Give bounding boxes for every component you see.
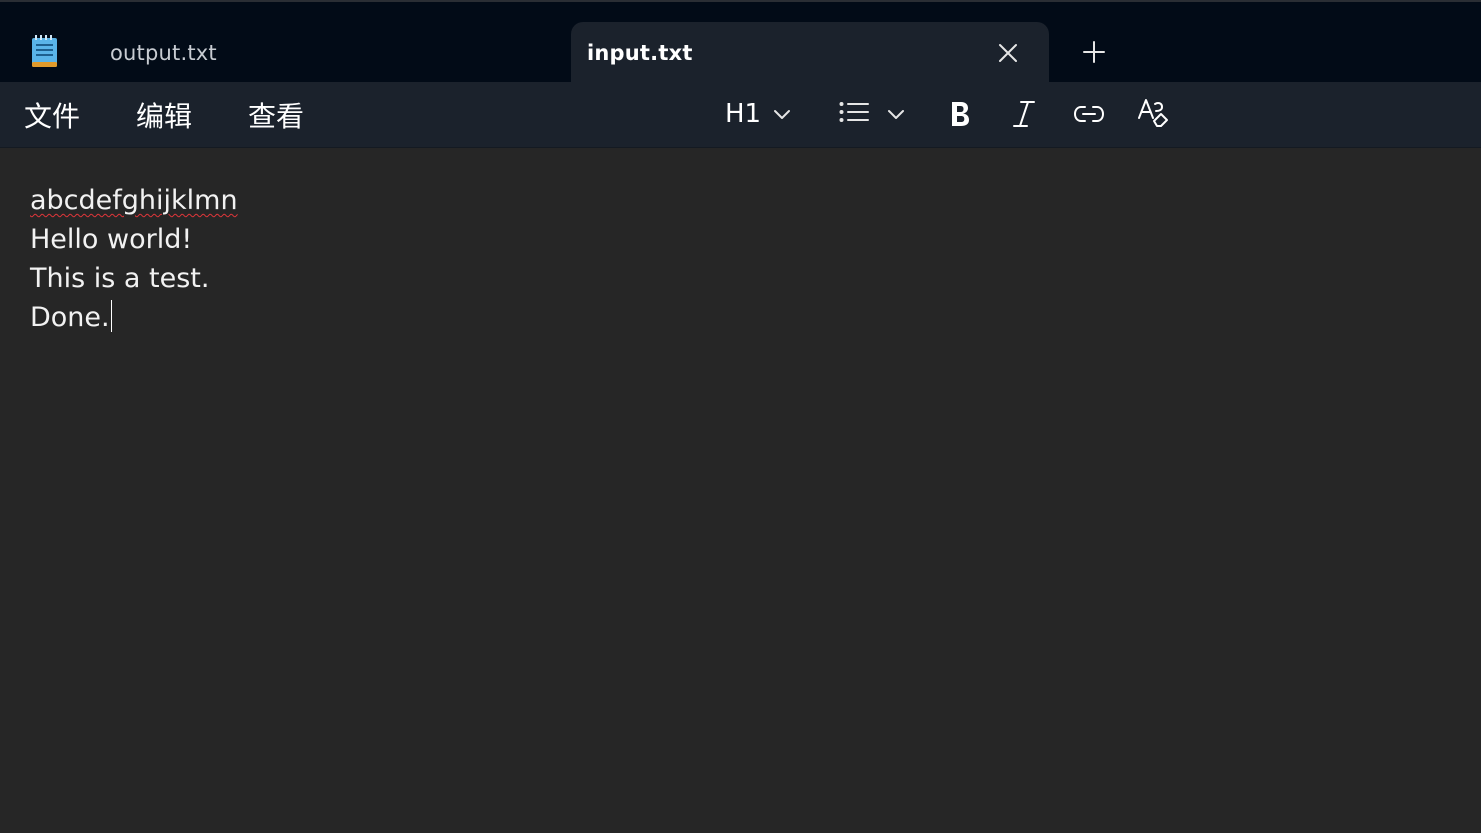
- chevron-down-icon: [887, 105, 905, 124]
- document-line: Done.: [30, 298, 113, 337]
- tab-input[interactable]: input.txt: [571, 22, 1049, 84]
- document-line: abcdefghijklmn: [30, 181, 238, 220]
- italic-icon[interactable]: [1006, 92, 1042, 136]
- tab-label: output.txt: [110, 41, 217, 65]
- text-editor[interactable]: abcdefghijklmn Hello world! This is a te…: [0, 148, 1481, 833]
- tab-strip: output.txt input.txt: [0, 0, 1481, 84]
- notepad-window: output.txt input.txt 文件 编辑 查看 H1 abcdefg…: [0, 0, 1481, 833]
- document-line: Hello world!: [30, 224, 193, 255]
- menu-view[interactable]: 查看: [248, 82, 304, 148]
- menu-file[interactable]: 文件: [24, 82, 80, 148]
- close-icon[interactable]: [995, 40, 1021, 66]
- menu-toolbar: 文件 编辑 查看 H1: [0, 82, 1481, 148]
- link-icon[interactable]: [1070, 92, 1108, 136]
- plus-icon[interactable]: [1078, 36, 1110, 68]
- document-line-text: Done.: [30, 302, 110, 333]
- menu-edit[interactable]: 编辑: [136, 82, 192, 148]
- misspelled-word: abcdefghijklmn: [30, 185, 238, 216]
- list-dropdown[interactable]: [834, 92, 910, 136]
- bulleted-list-icon: [839, 101, 869, 127]
- heading-label: H1: [724, 99, 762, 129]
- notepad-icon: [31, 35, 58, 68]
- bold-icon[interactable]: [942, 92, 978, 136]
- tab-output[interactable]: output.txt: [92, 22, 562, 84]
- document-line: This is a test.: [30, 263, 210, 294]
- tab-label: input.txt: [587, 41, 693, 65]
- chevron-down-icon: [773, 105, 791, 124]
- clear-formatting-icon[interactable]: [1134, 92, 1172, 136]
- heading-dropdown[interactable]: H1: [718, 92, 798, 136]
- text-caret: [110, 300, 113, 332]
